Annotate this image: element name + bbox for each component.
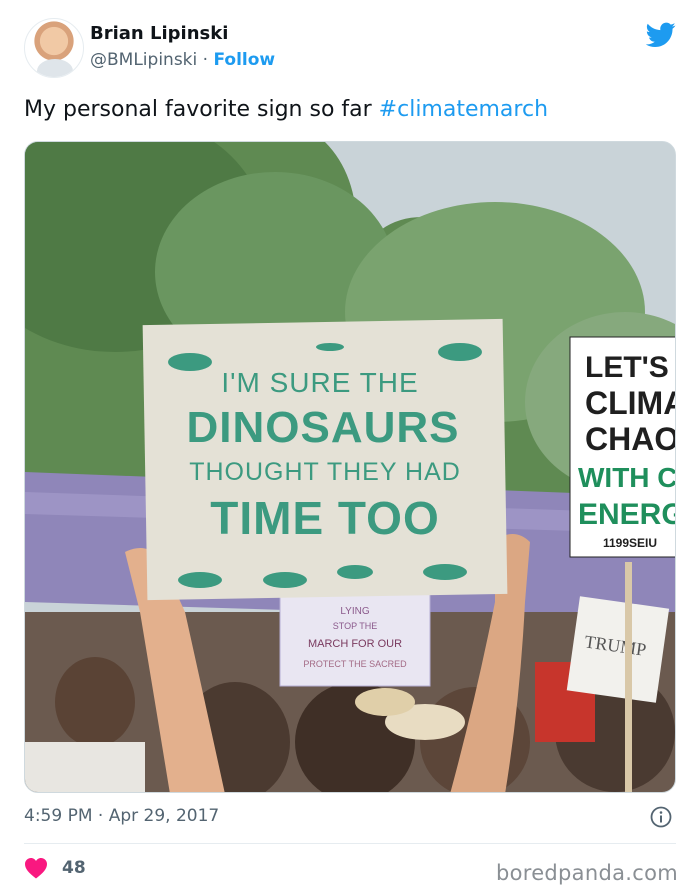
author-handle-row: @BMLipinski · Follow: [90, 50, 275, 70]
protest-photo: LYING STOP THE MARCH FOR OUR PROTECT THE…: [25, 142, 676, 792]
right-sign-line: LET'S SO: [585, 351, 676, 384]
right-sign-line: ENERG: [578, 498, 676, 531]
right-sign-line: CLIMA: [585, 385, 676, 421]
right-sign-footer: 1199SEIU: [603, 536, 657, 550]
sign-line-4: TIME TOO: [210, 492, 440, 544]
right-sign-line: WITH CLE: [578, 462, 676, 493]
author-name[interactable]: Brian Lipinski: [90, 23, 228, 44]
timestamp-separator: ·: [97, 806, 104, 826]
dinosaur-sign: I'M SURE THE DINOSAURS THOUGHT THEY HAD …: [142, 318, 508, 601]
small-sign-line: LYING: [340, 606, 369, 617]
divider: [24, 843, 676, 844]
right-sign-line: CHAO: [585, 421, 676, 457]
small-sign: LYING STOP THE MARCH FOR OUR PROTECT THE…: [279, 593, 431, 687]
small-sign-line: PROTECT THE SACRED: [303, 659, 407, 669]
tweet-time: 4:59 PM: [24, 806, 93, 826]
tweet-body: My personal favorite sign so far: [24, 97, 379, 122]
like-count: 48: [62, 858, 86, 878]
tweet-text: My personal favorite sign so far #climat…: [24, 95, 676, 125]
tweet-date: Apr 29, 2017: [108, 806, 220, 826]
small-sign-line: MARCH FOR OUR: [308, 638, 402, 650]
twitter-bird-icon[interactable]: [646, 22, 676, 48]
trump-sign: TRUMP: [566, 596, 670, 703]
sign-line-2: DINOSAURS: [186, 403, 459, 452]
avatar[interactable]: [24, 18, 84, 78]
right-sign: LET'S SO CLIMA CHAO WITH CLE ENERG 1199S…: [569, 336, 676, 558]
watermark: boredpanda.com: [495, 861, 678, 885]
hashtag-link[interactable]: #climatemarch: [379, 97, 548, 122]
tweet-header: Brian Lipinski @BMLipinski · Follow: [24, 18, 676, 80]
info-icon[interactable]: [650, 806, 672, 828]
follow-button[interactable]: Follow: [213, 50, 275, 70]
heart-icon[interactable]: [24, 857, 48, 879]
tweet-photo[interactable]: LYING STOP THE MARCH FOR OUR PROTECT THE…: [24, 141, 676, 793]
tweet-timestamp[interactable]: 4:59 PM · Apr 29, 2017: [24, 806, 219, 826]
sign-line-1: I'M SURE THE: [221, 367, 418, 398]
handle-separator: ·: [202, 50, 209, 70]
sign-line-3: THOUGHT THEY HAD: [189, 458, 461, 486]
small-sign-line: STOP THE: [333, 621, 378, 631]
author-handle[interactable]: @BMLipinski: [90, 50, 197, 70]
like-row[interactable]: 48: [24, 857, 86, 879]
